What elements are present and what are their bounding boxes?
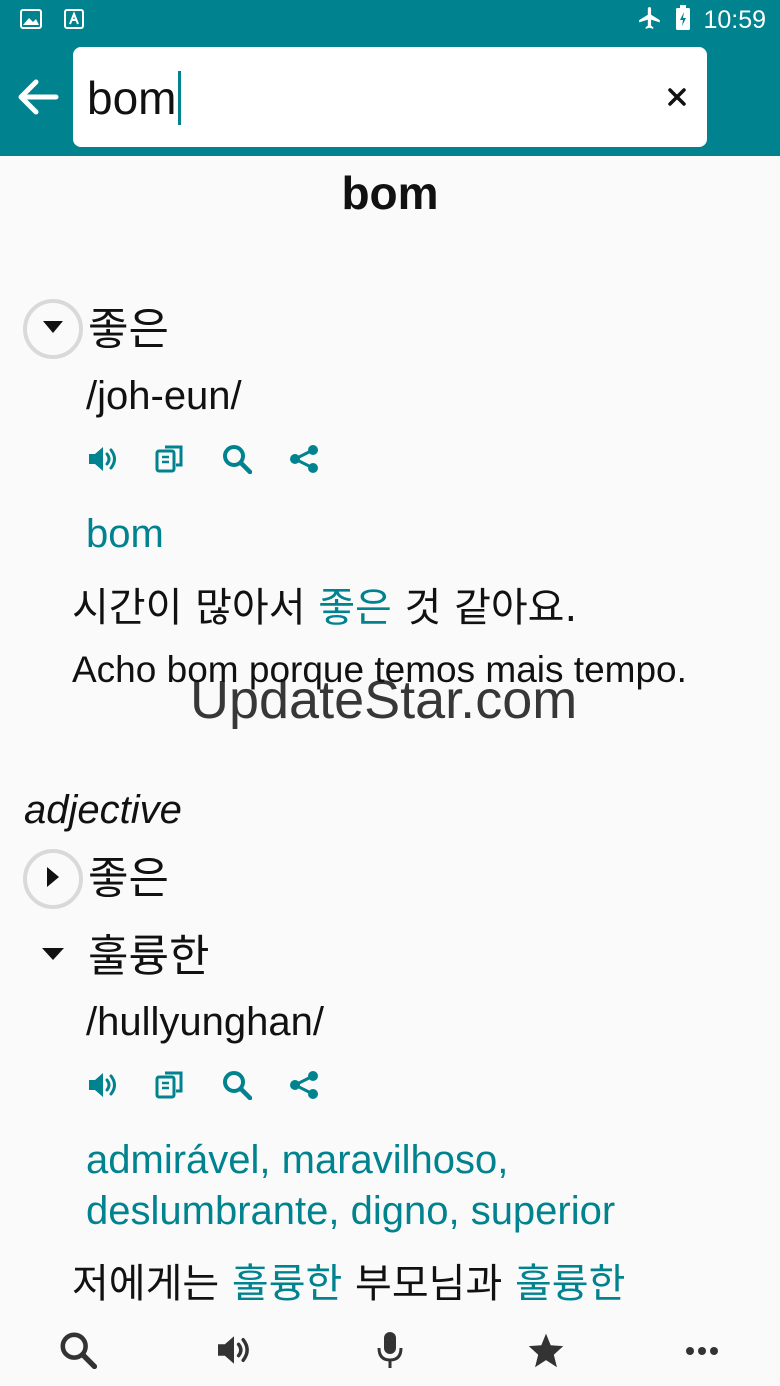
entry-actions bbox=[86, 444, 354, 478]
pronunciation: /joh-eun/ bbox=[86, 374, 242, 418]
korean-word: 훌륭한 bbox=[88, 931, 210, 982]
search-input[interactable]: bom bbox=[87, 71, 176, 125]
nav-more-button[interactable] bbox=[682, 1332, 722, 1372]
copy-button[interactable] bbox=[153, 1070, 187, 1104]
example-highlight: 좋은 bbox=[318, 585, 392, 631]
speaker-icon bbox=[215, 1334, 253, 1371]
battery-icon bbox=[675, 4, 691, 36]
translation-line: deslumbrante, digno, superior bbox=[86, 1189, 616, 1233]
nav-favorites-button[interactable] bbox=[526, 1332, 566, 1372]
text-caret bbox=[178, 71, 182, 125]
caret-down-icon bbox=[43, 320, 63, 338]
clear-search-button[interactable] bbox=[661, 81, 693, 113]
expand-toggle-button[interactable] bbox=[23, 299, 83, 359]
star-icon bbox=[527, 1332, 565, 1373]
bottom-navigation bbox=[0, 1318, 780, 1386]
back-button[interactable] bbox=[14, 74, 60, 120]
status-time: 10:59 bbox=[703, 6, 766, 34]
speaker-icon bbox=[87, 1071, 119, 1104]
more-icon bbox=[685, 1343, 719, 1361]
airplane-icon bbox=[637, 5, 663, 36]
share-icon bbox=[289, 444, 319, 479]
share-button[interactable] bbox=[287, 1070, 321, 1104]
pronunciation: /hullyunghan/ bbox=[86, 1000, 324, 1044]
example-korean: 시간이 많아서 좋은 것 같아요. bbox=[72, 584, 577, 632]
watermark: UpdateStar.com bbox=[190, 670, 578, 730]
translate-icon bbox=[64, 9, 84, 34]
copy-icon bbox=[154, 443, 186, 480]
speak-button[interactable] bbox=[86, 444, 120, 478]
example-highlight: 훌륭한 bbox=[514, 1261, 626, 1307]
example-text: 것 같아요. bbox=[391, 585, 578, 631]
close-icon bbox=[668, 81, 686, 112]
caret-right-icon bbox=[47, 866, 59, 892]
translation: bom bbox=[86, 512, 164, 556]
example-text: 부모님과 bbox=[342, 1261, 515, 1307]
page-title: bom bbox=[341, 167, 439, 219]
search-icon bbox=[222, 1070, 253, 1105]
search-icon bbox=[59, 1331, 98, 1374]
part-of-speech: adjective bbox=[24, 788, 182, 832]
share-button[interactable] bbox=[287, 444, 321, 478]
example-text: 저에게는 bbox=[72, 1261, 232, 1307]
app-bar: 10:59 bom bbox=[0, 0, 780, 156]
example-text: 시간이 많아서 bbox=[72, 585, 319, 631]
entry-actions bbox=[86, 1070, 354, 1104]
search-word-button[interactable] bbox=[220, 1070, 254, 1104]
search-icon bbox=[222, 444, 253, 479]
back-arrow-icon bbox=[14, 79, 60, 124]
microphone-icon bbox=[375, 1330, 405, 1375]
image-icon bbox=[20, 9, 42, 34]
korean-word: 좋은 bbox=[88, 304, 169, 355]
expand-toggle-button[interactable] bbox=[23, 849, 83, 909]
status-bar: 10:59 bbox=[0, 0, 780, 40]
korean-word: 좋은 bbox=[88, 853, 169, 904]
nav-speak-button[interactable] bbox=[214, 1332, 254, 1372]
example-korean: 저에게는 훌륭한 부모님과 훌륭한 bbox=[72, 1260, 625, 1308]
search-word-button[interactable] bbox=[220, 444, 254, 478]
translation-line: admirável, maravilhoso, bbox=[86, 1138, 509, 1182]
copy-icon bbox=[154, 1069, 186, 1106]
caret-down-icon bbox=[42, 947, 64, 964]
nav-search-button[interactable] bbox=[58, 1332, 98, 1372]
nav-voice-button[interactable] bbox=[370, 1330, 410, 1375]
speaker-icon bbox=[87, 445, 119, 478]
copy-button[interactable] bbox=[153, 444, 187, 478]
search-field[interactable]: bom bbox=[73, 47, 707, 147]
example-highlight: 훌륭한 bbox=[231, 1261, 343, 1307]
speak-button[interactable] bbox=[86, 1070, 120, 1104]
expand-toggle-button[interactable] bbox=[42, 946, 68, 972]
share-icon bbox=[289, 1070, 319, 1105]
